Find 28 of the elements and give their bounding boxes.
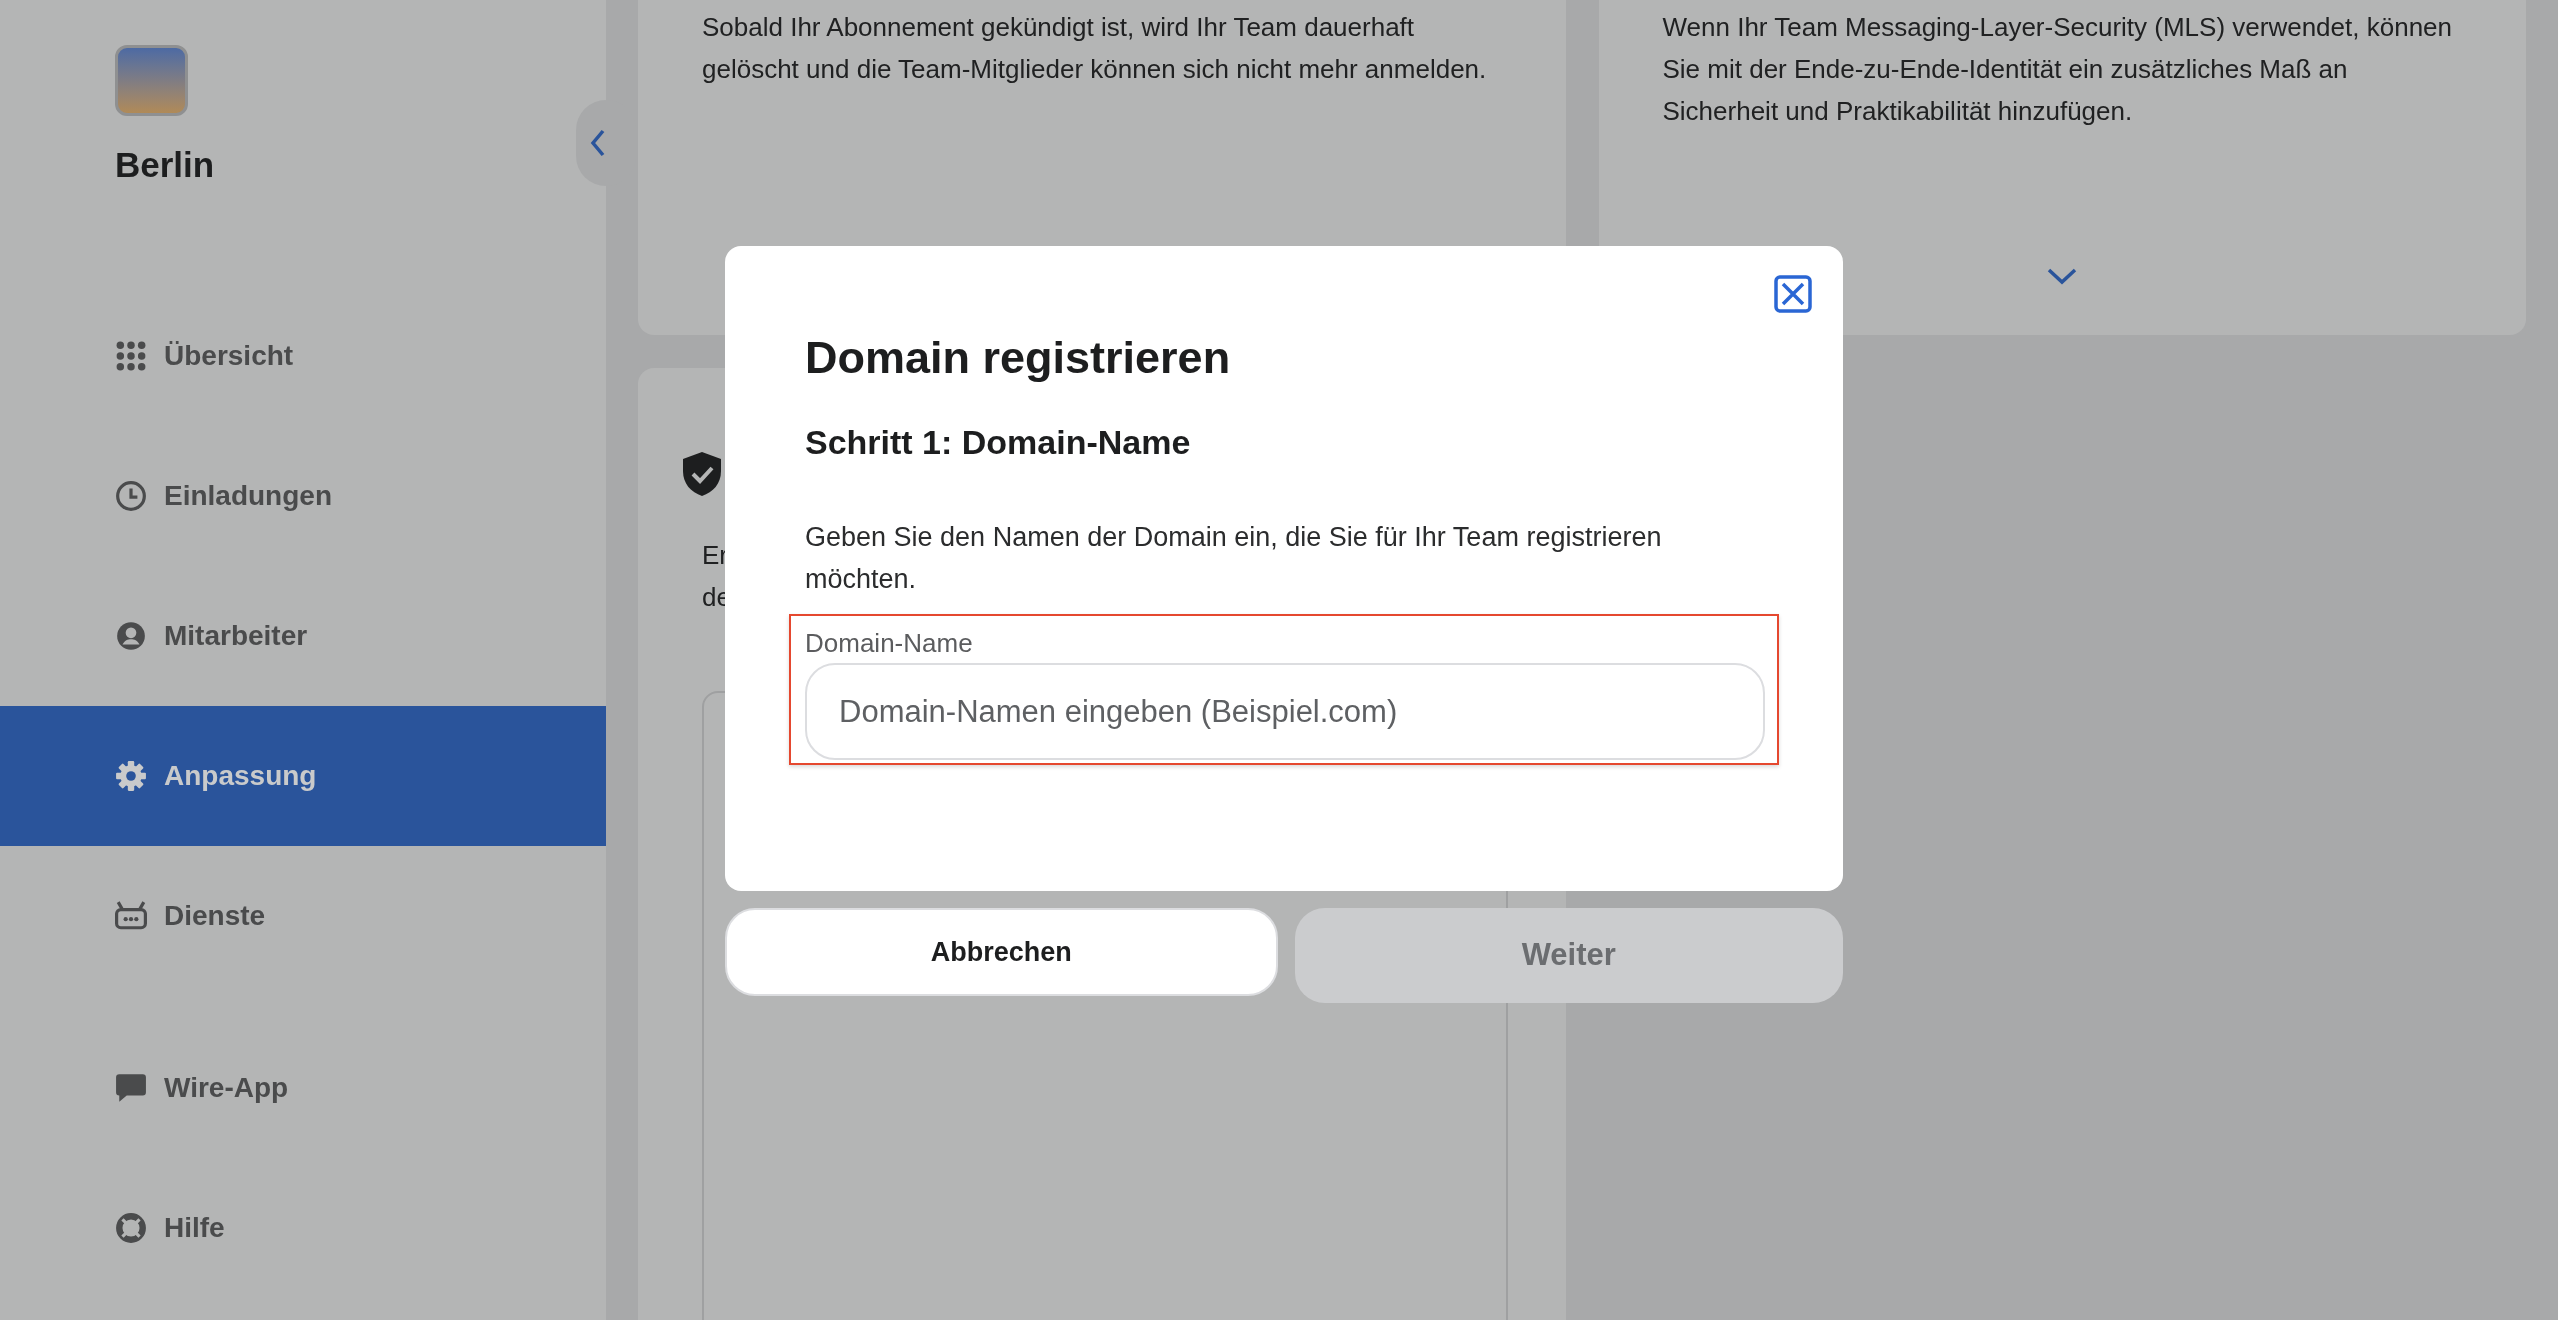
shield-check-icon (680, 450, 724, 498)
cancel-button[interactable]: Abbrechen (725, 908, 1278, 996)
nav-item[interactable]: Übersicht (0, 285, 606, 426)
team-name: Berlin (115, 144, 215, 186)
step-heading: Schritt 1: Domain-Name (805, 422, 1191, 463)
close-icon[interactable] (1774, 275, 1812, 313)
dialog-description: Geben Sie den Namen der Domain ein, die Sie für Ihr Team registrieren möchten. (805, 521, 1663, 596)
card-description: Sobald Ihr Abonnement gekündigt ist, wird Ihr Team dauerhaft gelöscht und die Team-Mitglieder können sich nicht mehr anmelden. (702, 11, 1488, 86)
user-icon (115, 619, 147, 652)
nav-item[interactable]: Anpassung (0, 705, 606, 846)
collapse-chevron-icon[interactable] (590, 129, 606, 157)
domain-name-input[interactable]: Domain-Namen eingeben (Beispiel.com) (805, 663, 1765, 760)
nav-item[interactable]: Dienste (0, 845, 606, 986)
robot-icon (115, 899, 147, 932)
expand-chevron-icon[interactable] (2047, 267, 2078, 285)
dialog-title: Domain registrieren (805, 331, 1231, 385)
card-text-fragment: Er (702, 539, 728, 572)
card-description: Wenn Ihr Team Messaging-Layer-Security (MLS) verwendet, können Sie mit der Ende-zu-Ende-Identität ein zusätzliches Maß an Sicherheit und Praktikabilität hinzufügen. (1662, 11, 2453, 128)
chat-bubble-icon (115, 1071, 147, 1104)
grid-icon (115, 339, 147, 372)
nav-item[interactable]: Mitarbeiter (0, 565, 606, 706)
field-label: Domain-Name (805, 627, 973, 660)
nav-item[interactable]: Einladungen (0, 425, 606, 566)
clock-icon (115, 479, 147, 512)
gear-icon (115, 759, 147, 792)
lifebuoy-icon (115, 1211, 147, 1244)
nav-item[interactable]: Wire-App (0, 1017, 606, 1158)
nav-item[interactable]: Hilfe (0, 1157, 606, 1298)
